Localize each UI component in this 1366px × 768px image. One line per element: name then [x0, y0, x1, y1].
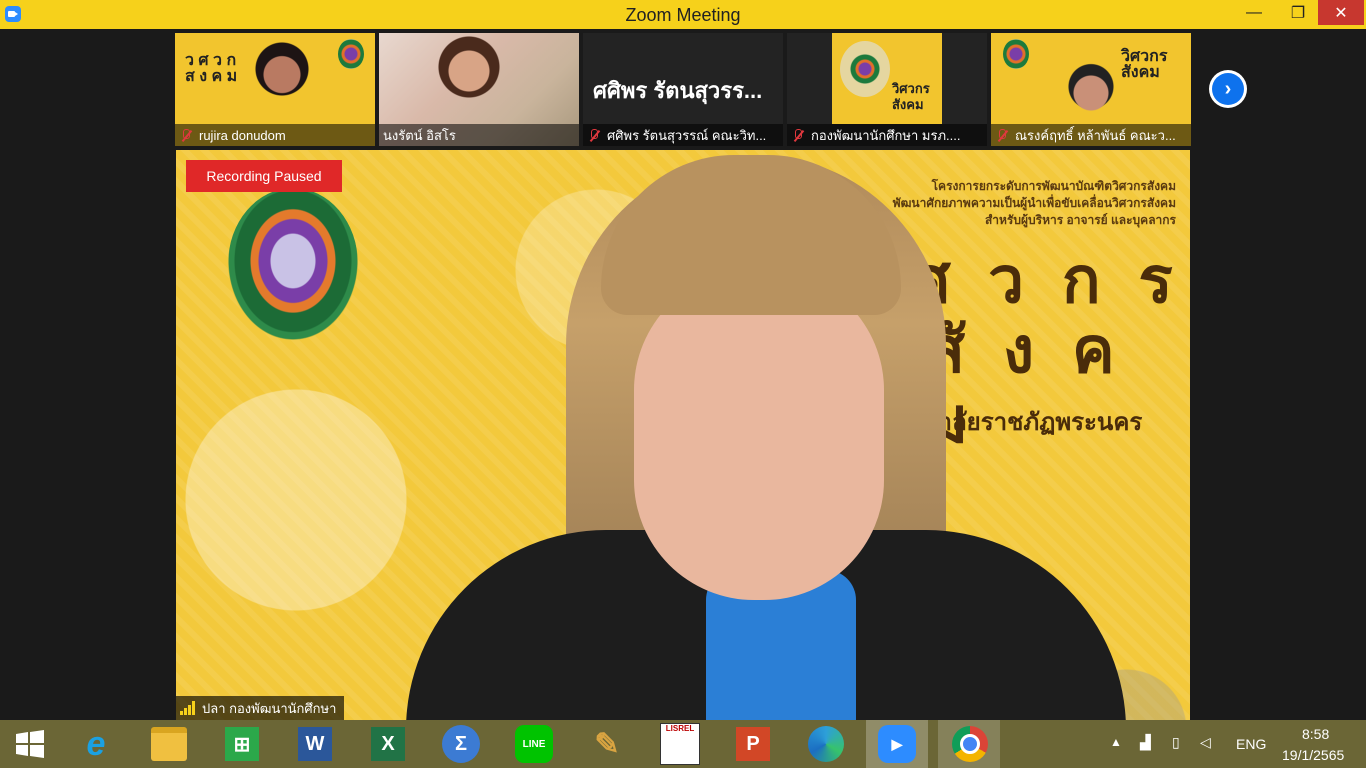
participant-tile-student-dev[interactable]: วิศวกร สังคม กองพัฒนานักศึกษา มรภ....	[787, 33, 987, 146]
speaker-name-label: ปลา กองพัฒนานักศึกษา	[176, 696, 345, 720]
participant-name: rujira donudom	[199, 127, 286, 143]
title-bar: Zoom Meeting — ❐ ✕	[0, 0, 1366, 29]
edge-icon[interactable]	[806, 724, 846, 764]
participant-name-label: rujira donudom	[175, 124, 375, 146]
participant-tile-narongrit[interactable]: วิศวกร สังคม ณรงค์ฤทธิ์ หล้าพันธ์ คณะว..…	[991, 33, 1191, 146]
speaker-face	[634, 270, 884, 600]
speaker-bangs	[601, 155, 901, 315]
active-speaker-video: โครงการยกระดับการพัฒนาบัณฑิตวิศวกรสังคม …	[176, 150, 1190, 720]
show-hidden-icons-button[interactable]: ▲	[1110, 735, 1122, 749]
participant-display-name: ศศิพร รัตนสุวรร...	[593, 78, 763, 103]
banner-logo-text: วิศวกร สังคม	[1121, 48, 1168, 81]
internet-explorer-icon[interactable]: e	[76, 724, 116, 764]
mic-muted-icon	[995, 128, 1009, 142]
close-button[interactable]: ✕	[1318, 0, 1364, 25]
participant-name-label: ศศิพร รัตนสุวรรณ์ คณะวิท...	[583, 124, 783, 146]
participant-tile-nongrat[interactable]: นงรัตน์ อิสโร	[379, 33, 579, 146]
university-seal-icon	[228, 188, 358, 340]
excel-icon[interactable]: X	[368, 724, 408, 764]
chevron-right-icon: ›	[1212, 73, 1244, 105]
participant-video: วิศวกร สังคม	[832, 33, 942, 124]
math-input-icon[interactable]: Σ	[441, 724, 481, 764]
network-icon[interactable]: ▟	[1140, 734, 1151, 751]
recording-status-badge[interactable]: Recording Paused	[186, 160, 342, 192]
next-page-button[interactable]: ›	[1209, 70, 1247, 108]
participant-video	[434, 35, 504, 115]
lisrel-icon[interactable]: LISREL	[660, 723, 700, 765]
university-seal-icon	[840, 41, 890, 97]
chrome-icon[interactable]	[950, 724, 990, 764]
signal-strength-icon	[180, 701, 196, 715]
participant-name-label: นงรัตน์ อิสโร	[379, 124, 579, 146]
participant-name: ณรงค์ฤทธิ์ หล้าพันธ์ คณะว...	[1015, 127, 1176, 143]
word-icon[interactable]: W	[295, 724, 335, 764]
taskbar: e ⊞ W X Σ LINE ✎ LISREL P ▶ ▲ ▟ ▯ ◁ ENG …	[0, 720, 1366, 768]
file-explorer-icon[interactable]	[149, 724, 189, 764]
participant-strip: ว ศ ว ก ส ง ค ม rujira donudom นงรัตน์ อ…	[0, 33, 1366, 146]
start-button[interactable]	[10, 724, 50, 764]
participant-name: นงรัตน์ อิสโร	[383, 127, 456, 143]
language-indicator[interactable]: ENG	[1236, 736, 1266, 752]
banner-logo-text: ว ศ ว ก ส ง ค ม	[185, 52, 238, 85]
clock-time[interactable]: 8:58	[1302, 726, 1329, 742]
participant-name-label: กองพัฒนานักศึกษา มรภ....	[787, 124, 987, 146]
speaker-figure	[406, 150, 1126, 720]
speaker-name: ปลา กองพัฒนานักศึกษา	[202, 700, 337, 716]
mic-muted-icon	[587, 128, 601, 142]
store-icon[interactable]: ⊞	[222, 724, 262, 764]
window-title: Zoom Meeting	[625, 5, 741, 25]
battery-icon[interactable]: ▯	[1172, 734, 1180, 751]
mic-muted-icon	[179, 128, 193, 142]
university-seal-icon	[338, 39, 364, 69]
participant-video	[247, 41, 317, 121]
powerpoint-icon[interactable]: P	[733, 724, 773, 764]
participant-tile-sasiporn[interactable]: ศศิพร รัตนสุวรร... ศศิพร รัตนสุวรรณ์ คณะ…	[583, 33, 783, 146]
university-seal-icon	[1003, 39, 1029, 69]
paint-icon[interactable]: ✎	[587, 724, 627, 764]
participant-tile-rujira[interactable]: ว ศ ว ก ส ง ค ม rujira donudom	[175, 33, 375, 146]
participant-video	[1056, 53, 1126, 133]
volume-muted-icon[interactable]: ◁	[1200, 734, 1211, 751]
clock-date[interactable]: 19/1/2565	[1282, 747, 1344, 763]
zoom-icon[interactable]: ▶	[877, 724, 917, 764]
line-app-icon[interactable]: LINE	[514, 724, 554, 764]
participant-name: ศศิพร รัตนสุวรรณ์ คณะวิท...	[607, 127, 767, 143]
participant-name: กองพัฒนานักศึกษา มรภ....	[811, 127, 961, 143]
minimize-button[interactable]: —	[1232, 0, 1276, 25]
mic-muted-icon	[791, 128, 805, 142]
banner-logo-text: วิศวกร สังคม	[892, 81, 930, 112]
windows-logo-icon	[16, 730, 44, 758]
maximize-button[interactable]: ❐	[1276, 0, 1320, 25]
participant-name-label: ณรงค์ฤทธิ์ หล้าพันธ์ คณะว...	[991, 124, 1191, 146]
